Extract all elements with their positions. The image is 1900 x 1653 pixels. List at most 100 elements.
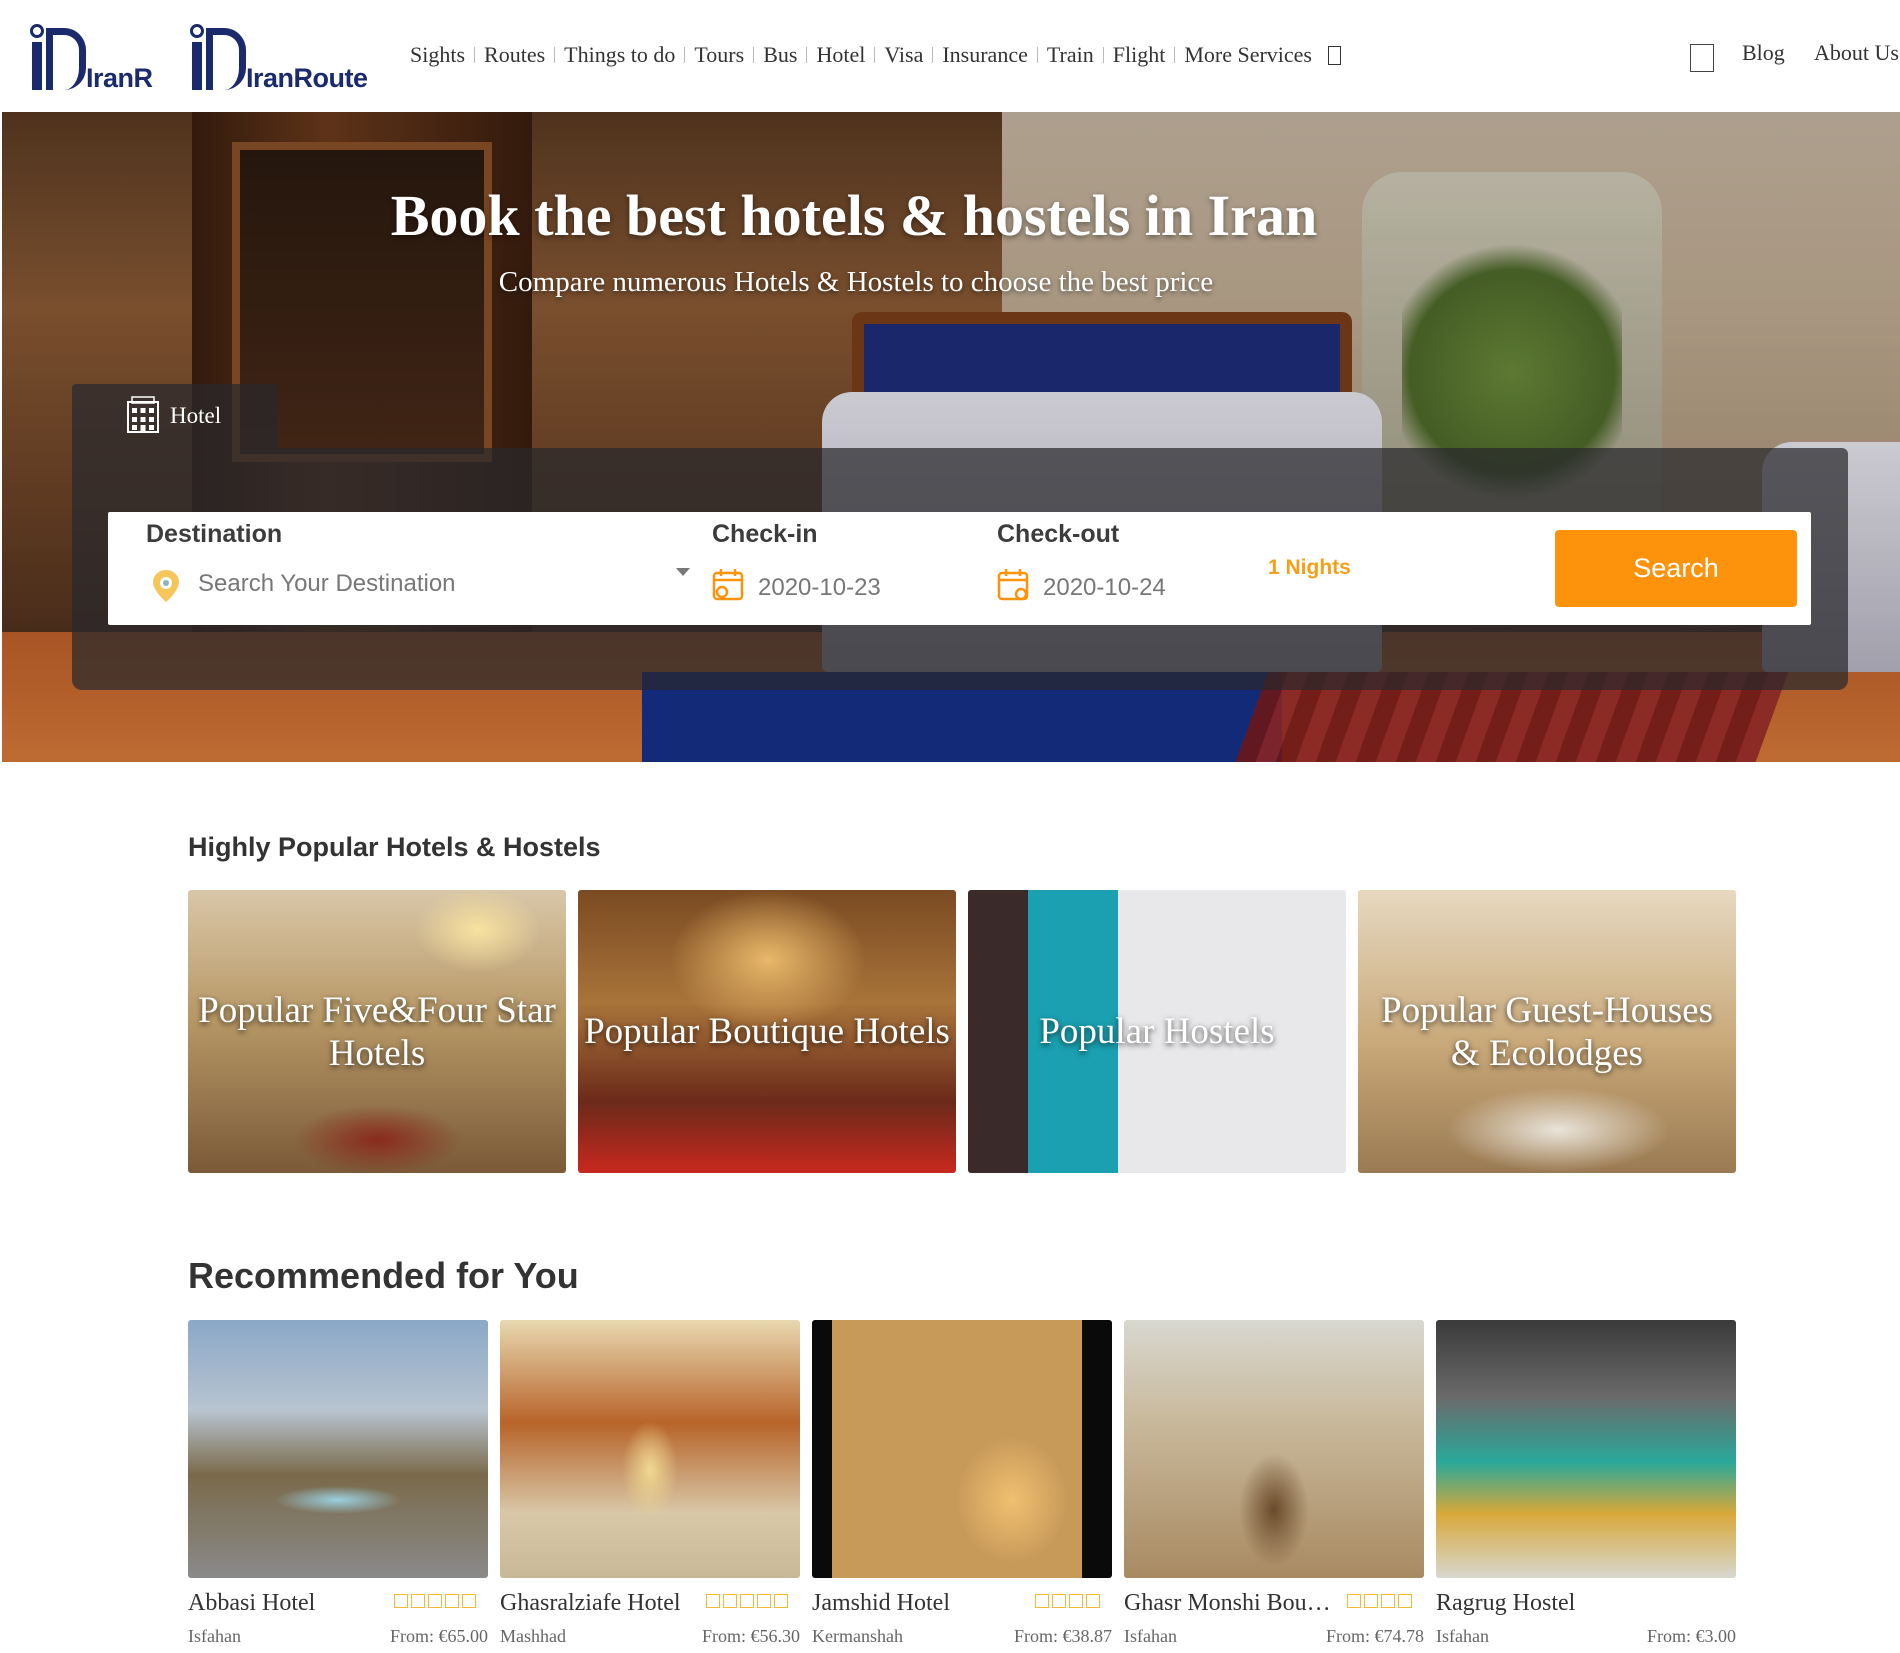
star-icon bbox=[1086, 1594, 1100, 1608]
star-icon bbox=[740, 1594, 754, 1608]
hotel-card-image bbox=[812, 1320, 1112, 1578]
iranroute-logo[interactable]: IranRoute bbox=[188, 22, 388, 92]
calendar-checkin-icon bbox=[712, 569, 744, 601]
hotel-price: From: €38.87 bbox=[1013, 1626, 1112, 1646]
popular-card-hostels[interactable]: Popular Hostels bbox=[968, 890, 1346, 1173]
popular-card-label: Popular Guest-Houses & Ecolodges bbox=[1381, 989, 1713, 1074]
star-icon bbox=[1035, 1594, 1049, 1608]
checkin-label: Check-in bbox=[712, 520, 818, 548]
iranroute-logo-small[interactable]: IranR bbox=[28, 22, 163, 92]
hotel-name[interactable]: Ghasr Monshi Boutique Hotel bbox=[1124, 1590, 1334, 1617]
hotel-card[interactable]: Abbasi Hotel Isfahan From: €65.00 bbox=[188, 1320, 488, 1646]
nav-divider bbox=[1036, 47, 1038, 63]
checkin-date-input[interactable]: 2020-10-23 bbox=[758, 574, 881, 602]
nav-tours[interactable]: Tours bbox=[694, 42, 744, 68]
popular-card-label: Popular Boutique Hotels bbox=[584, 1011, 950, 1052]
nav-divider bbox=[474, 47, 476, 63]
star-icon bbox=[428, 1594, 442, 1608]
nav-insurance[interactable]: Insurance bbox=[942, 42, 1028, 68]
hotel-card-image bbox=[1124, 1320, 1424, 1578]
site-header: IranR IranRoute Sights Routes Things to … bbox=[0, 0, 1900, 112]
destination-label: Destination bbox=[146, 520, 283, 548]
nav-blog[interactable]: Blog bbox=[1742, 40, 1785, 66]
hotel-card[interactable]: Ghasr Monshi Boutique Hotel Isfahan From… bbox=[1124, 1320, 1424, 1646]
hotel-card-image bbox=[1436, 1320, 1736, 1578]
popular-card-label: Popular Five&Four Star Hotels bbox=[198, 989, 556, 1074]
tab-hotel-label: Hotel bbox=[170, 403, 222, 428]
destination-input[interactable]: Search Your Destination bbox=[198, 570, 456, 598]
more-services-dropdown-icon[interactable] bbox=[1328, 45, 1341, 65]
nav-sights[interactable]: Sights bbox=[410, 42, 465, 68]
destination-dropdown-icon[interactable] bbox=[676, 568, 690, 576]
recommended-section-title: Recommended for You bbox=[188, 1255, 579, 1296]
nav-divider bbox=[684, 47, 686, 63]
star-icon bbox=[774, 1594, 788, 1608]
star-icon bbox=[445, 1594, 459, 1608]
hotel-price: From: €65.00 bbox=[389, 1626, 488, 1646]
hotel-star-rating bbox=[1035, 1594, 1100, 1608]
nav-things-to-do[interactable]: Things to do bbox=[564, 42, 675, 68]
nav-more-services[interactable]: More Services bbox=[1184, 42, 1312, 68]
hotel-city: Isfahan bbox=[1124, 1626, 1177, 1646]
logo-text: IranR bbox=[86, 63, 153, 92]
star-icon bbox=[462, 1594, 476, 1608]
popular-card-five-four-star[interactable]: Popular Five&Four Star Hotels bbox=[188, 890, 566, 1173]
star-icon bbox=[411, 1594, 425, 1608]
logo-mark-icon bbox=[28, 24, 90, 92]
star-icon bbox=[757, 1594, 771, 1608]
nav-divider bbox=[1102, 47, 1104, 63]
nav-visa[interactable]: Visa bbox=[884, 42, 923, 68]
nav-divider bbox=[932, 47, 934, 63]
hotel-card-image bbox=[188, 1320, 488, 1578]
hotel-building-icon bbox=[127, 396, 159, 433]
star-icon bbox=[1364, 1594, 1378, 1608]
star-icon bbox=[1069, 1594, 1083, 1608]
hotel-city: Isfahan bbox=[188, 1626, 241, 1646]
hotel-name[interactable]: Jamshid Hotel bbox=[812, 1590, 950, 1617]
star-icon bbox=[723, 1594, 737, 1608]
nav-about-us[interactable]: About Us bbox=[1814, 40, 1899, 66]
hotel-star-rating bbox=[1347, 1594, 1412, 1608]
nav-hotel[interactable]: Hotel bbox=[816, 42, 865, 68]
hotel-city: Mashhad bbox=[500, 1626, 566, 1646]
hotel-price: From: €3.00 bbox=[1646, 1626, 1736, 1646]
hotel-name[interactable]: Ragrug Hostel bbox=[1436, 1590, 1575, 1617]
hotel-card-image bbox=[500, 1320, 800, 1578]
hotel-star-rating bbox=[394, 1594, 476, 1608]
hotel-search-form: Destination Search Your Destination Chec… bbox=[108, 512, 1811, 625]
logo-text: IranRoute bbox=[246, 63, 368, 92]
checkout-date-input[interactable]: 2020-10-24 bbox=[1043, 574, 1166, 602]
hotel-price: From: €56.30 bbox=[701, 1626, 800, 1646]
nav-train[interactable]: Train bbox=[1047, 42, 1094, 68]
star-icon bbox=[706, 1594, 720, 1608]
hotel-card[interactable]: Jamshid Hotel Kermanshah From: €38.87 bbox=[812, 1320, 1112, 1646]
search-button[interactable]: Search bbox=[1555, 530, 1797, 607]
nights-count: 1 Nights bbox=[1268, 556, 1351, 579]
hotel-star-rating bbox=[706, 1594, 788, 1608]
nav-divider bbox=[554, 47, 556, 63]
account-icon[interactable] bbox=[1690, 44, 1714, 72]
hotel-name[interactable]: Ghasralziafe Hotel bbox=[500, 1590, 681, 1617]
hotel-price: From: €74.78 bbox=[1325, 1626, 1424, 1646]
popular-card-boutique[interactable]: Popular Boutique Hotels bbox=[578, 890, 956, 1173]
hotel-card[interactable]: Ragrug Hostel Isfahan From: €3.00 bbox=[1436, 1320, 1736, 1646]
nav-routes[interactable]: Routes bbox=[484, 42, 545, 68]
hotel-city: Isfahan bbox=[1436, 1626, 1489, 1646]
popular-card-guest-houses[interactable]: Popular Guest-Houses & Ecolodges bbox=[1358, 890, 1736, 1173]
nav-bus[interactable]: Bus bbox=[763, 42, 797, 68]
star-icon bbox=[1398, 1594, 1412, 1608]
main-nav: Sights Routes Things to do Tours Bus Hot… bbox=[410, 42, 1341, 68]
hero-title: Book the best hotels & hostels in Iran bbox=[390, 183, 1318, 248]
nav-divider bbox=[753, 47, 755, 63]
nav-divider bbox=[874, 47, 876, 63]
hotel-city: Kermanshah bbox=[812, 1626, 903, 1646]
nav-flight[interactable]: Flight bbox=[1113, 42, 1166, 68]
popular-section-title: Highly Popular Hotels & Hostels bbox=[188, 832, 601, 862]
tab-hotel[interactable]: Hotel bbox=[72, 384, 278, 448]
hotel-card[interactable]: Ghasralziafe Hotel Mashhad From: €56.30 bbox=[500, 1320, 800, 1646]
star-icon bbox=[394, 1594, 408, 1608]
nav-divider bbox=[806, 47, 808, 63]
popular-card-label: Popular Hostels bbox=[1039, 1011, 1275, 1052]
hero-subtitle: Compare numerous Hotels & Hostels to cho… bbox=[498, 266, 1214, 298]
hotel-name[interactable]: Abbasi Hotel bbox=[188, 1590, 315, 1617]
